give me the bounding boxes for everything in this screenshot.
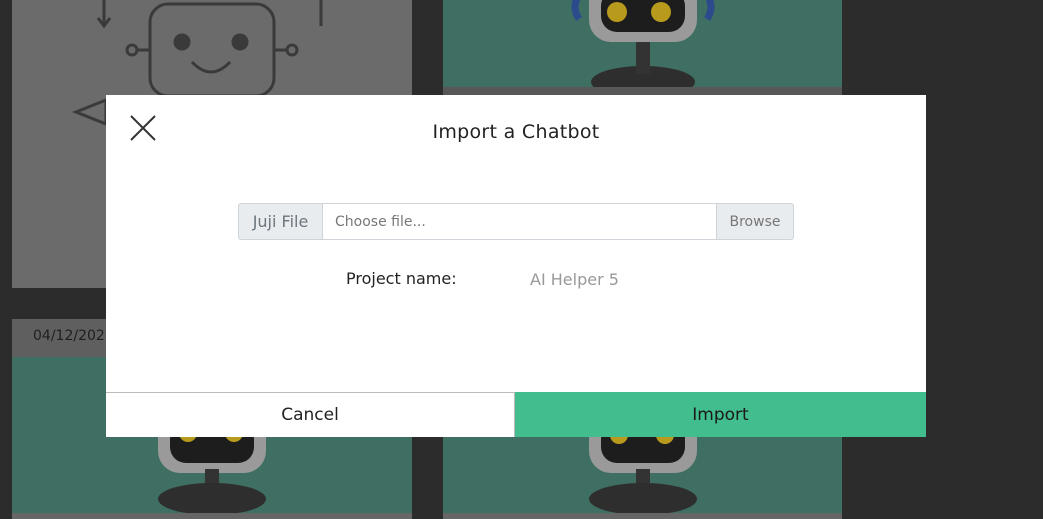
card-footer-bar [12,513,412,519]
project-name-value: AI Helper 5 [530,270,619,289]
file-input-group: Juji File Choose file... Browse [238,203,794,240]
import-button[interactable]: Import [515,392,926,437]
browse-button[interactable]: Browse [717,203,794,240]
file-type-label: Juji File [238,203,322,240]
dialog-title: Import a Chatbot [432,121,600,143]
dialog-footer: Cancel Import [106,392,926,437]
cancel-button[interactable]: Cancel [106,392,515,437]
import-chatbot-dialog: Import a Chatbot Juji File Choose file..… [106,95,926,437]
file-chooser-input[interactable]: Choose file... [322,203,717,240]
project-name-label: Project name: [346,269,457,288]
card-footer-bar [443,513,842,519]
